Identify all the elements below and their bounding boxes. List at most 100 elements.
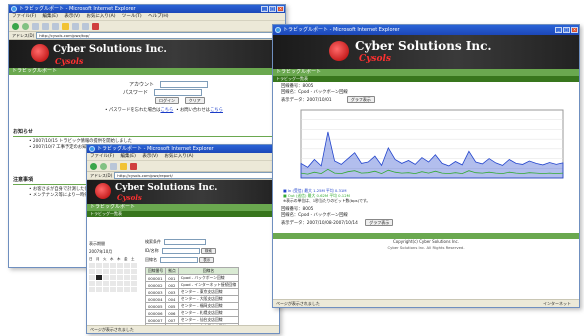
print-icon[interactable] bbox=[130, 162, 137, 170]
forward-icon[interactable] bbox=[22, 22, 29, 30]
forgot-link[interactable]: こちら bbox=[160, 108, 173, 113]
column-header[interactable]: 回線番号 bbox=[144, 267, 167, 275]
calendar-day[interactable] bbox=[103, 269, 109, 274]
menu-view[interactable]: 表示(V) bbox=[64, 14, 80, 19]
menu-help[interactable]: ヘルプ(H) bbox=[148, 14, 168, 19]
stop-icon[interactable] bbox=[32, 22, 39, 30]
calendar-grid[interactable]: 日月火水木金土 bbox=[89, 257, 137, 262]
password-input[interactable] bbox=[153, 89, 202, 96]
window-titlebar[interactable]: トラビッグルポート - Microsoft Internet Explorer … bbox=[9, 5, 285, 13]
back-icon[interactable] bbox=[12, 22, 19, 30]
favorites-icon[interactable] bbox=[120, 162, 127, 170]
site-banner: Cyber Solutions Inc. Cysols bbox=[273, 35, 579, 69]
menu-edit[interactable]: 編集(E) bbox=[43, 14, 58, 19]
status-text: ページが表示されました bbox=[276, 301, 320, 306]
calendar-day[interactable] bbox=[96, 269, 102, 274]
calendar-day[interactable] bbox=[117, 263, 123, 268]
close-button[interactable]: × bbox=[277, 6, 284, 12]
calendar-day[interactable] bbox=[89, 287, 95, 292]
refresh-icon[interactable] bbox=[42, 22, 49, 30]
calendar-day[interactable] bbox=[89, 281, 95, 286]
table-row[interactable]: 000006 006 センター - 札幌支店回線 bbox=[144, 309, 240, 317]
line-input[interactable] bbox=[160, 257, 198, 263]
calendar-day[interactable] bbox=[103, 275, 109, 280]
calendar-day[interactable] bbox=[110, 287, 116, 292]
login-form: アカウント パスワード ログイン クリア • パスワードを忘れた場合はこちら •… bbox=[105, 81, 223, 113]
search-input[interactable] bbox=[164, 239, 206, 245]
table-row[interactable]: 000002 002 Cpod - インターネット接続回線 bbox=[144, 281, 240, 289]
menu-file[interactable]: ファイル(F) bbox=[12, 14, 36, 19]
calendar-day[interactable] bbox=[110, 263, 116, 268]
menu-tools[interactable]: ツール(T) bbox=[122, 14, 142, 19]
back-icon[interactable] bbox=[90, 162, 97, 170]
refresh-icon[interactable] bbox=[110, 162, 117, 170]
calendar-day[interactable] bbox=[110, 269, 116, 274]
search-button[interactable]: 検索 bbox=[200, 248, 216, 254]
menu-favorites[interactable]: お気に入り(A) bbox=[164, 154, 193, 159]
calendar-day[interactable] bbox=[110, 281, 116, 286]
print-icon[interactable] bbox=[92, 22, 99, 30]
maximize-button[interactable]: □ bbox=[269, 6, 276, 12]
calendar-day[interactable] bbox=[124, 269, 130, 274]
calendar-day[interactable] bbox=[117, 281, 123, 286]
menu-edit[interactable]: 編集(E) bbox=[121, 154, 136, 159]
calendar-day[interactable] bbox=[110, 275, 116, 280]
calendar-day[interactable] bbox=[124, 275, 130, 280]
forward-icon[interactable] bbox=[100, 162, 107, 170]
menu-favorites[interactable]: お気に入り(A) bbox=[86, 14, 115, 19]
calendar-day[interactable] bbox=[124, 281, 130, 286]
table-row[interactable]: 000003 003 センター - 東京支店回線 bbox=[144, 288, 240, 296]
calendar-day[interactable] bbox=[131, 281, 137, 286]
mail-icon[interactable] bbox=[82, 22, 89, 30]
calendar-day[interactable] bbox=[89, 275, 95, 280]
login-button[interactable]: ログイン bbox=[155, 97, 179, 104]
calendar-day[interactable] bbox=[96, 275, 102, 280]
graph-button[interactable]: グラフ表示 bbox=[365, 219, 394, 226]
column-header[interactable]: 回線名 bbox=[177, 267, 240, 275]
calendar-panel: 表示期間 2007年10月 日月火水木金土 bbox=[89, 241, 137, 292]
calendar-day[interactable] bbox=[96, 281, 102, 286]
calendar-day[interactable] bbox=[103, 287, 109, 292]
table-row[interactable]: 000007 007 センター - 仙台支店回線 bbox=[144, 316, 240, 324]
line-label: 回線名 bbox=[145, 257, 157, 262]
calendar-day[interactable] bbox=[124, 263, 130, 268]
calendar-day[interactable] bbox=[131, 263, 137, 268]
table-cell: 001 bbox=[165, 274, 179, 282]
column-header[interactable]: 拠点 bbox=[165, 267, 179, 275]
maximize-button[interactable]: □ bbox=[563, 27, 570, 33]
account-input[interactable] bbox=[159, 81, 208, 88]
calendar-day[interactable] bbox=[103, 263, 109, 268]
menu-view[interactable]: 表示(V) bbox=[142, 154, 158, 159]
minimize-button[interactable]: _ bbox=[555, 27, 562, 33]
close-button[interactable]: × bbox=[571, 27, 578, 33]
calendar-day[interactable] bbox=[96, 263, 102, 268]
calendar-day[interactable] bbox=[124, 287, 130, 292]
home-icon[interactable] bbox=[52, 22, 59, 30]
table-row[interactable]: 000001 001 Cpod - バックボーン回線 bbox=[144, 274, 240, 282]
calendar-day[interactable] bbox=[103, 281, 109, 286]
graph-button[interactable]: グラフ表示 bbox=[346, 96, 375, 103]
display-button[interactable]: 表示 bbox=[199, 257, 215, 263]
table-row[interactable]: 000004 004 センター - 大阪支店回線 bbox=[144, 295, 240, 303]
id-input[interactable] bbox=[161, 248, 200, 254]
calendar-day[interactable] bbox=[131, 275, 137, 280]
window-titlebar[interactable]: トラビッグルポート - Microsoft Internet Explorer bbox=[87, 145, 279, 153]
address-input[interactable]: http://cysols.com/pwz/top/ bbox=[36, 32, 285, 39]
calendar-day[interactable] bbox=[117, 269, 123, 274]
calendar-day[interactable] bbox=[89, 269, 95, 274]
calendar-day[interactable] bbox=[117, 287, 123, 292]
calendar-day[interactable] bbox=[96, 287, 102, 292]
calendar-day[interactable] bbox=[117, 275, 123, 280]
favorites-icon[interactable] bbox=[62, 22, 69, 30]
history-icon[interactable] bbox=[72, 22, 79, 30]
calendar-day[interactable] bbox=[131, 269, 137, 274]
window-titlebar[interactable]: トラビッグルポート - Microsoft Internet Explorer … bbox=[273, 25, 579, 35]
menu-file[interactable]: ファイル(F) bbox=[90, 154, 114, 159]
minimize-button[interactable]: _ bbox=[261, 6, 268, 12]
calendar-day[interactable] bbox=[131, 287, 137, 292]
clear-button[interactable]: クリア bbox=[184, 97, 205, 104]
contact-link[interactable]: こちら bbox=[210, 108, 223, 113]
table-row[interactable]: 000005 005 センター - 福岡支店回線 bbox=[144, 302, 240, 310]
address-input[interactable]: http://cysols.com/pwz/report/ bbox=[114, 172, 279, 179]
calendar-day[interactable] bbox=[89, 263, 95, 268]
